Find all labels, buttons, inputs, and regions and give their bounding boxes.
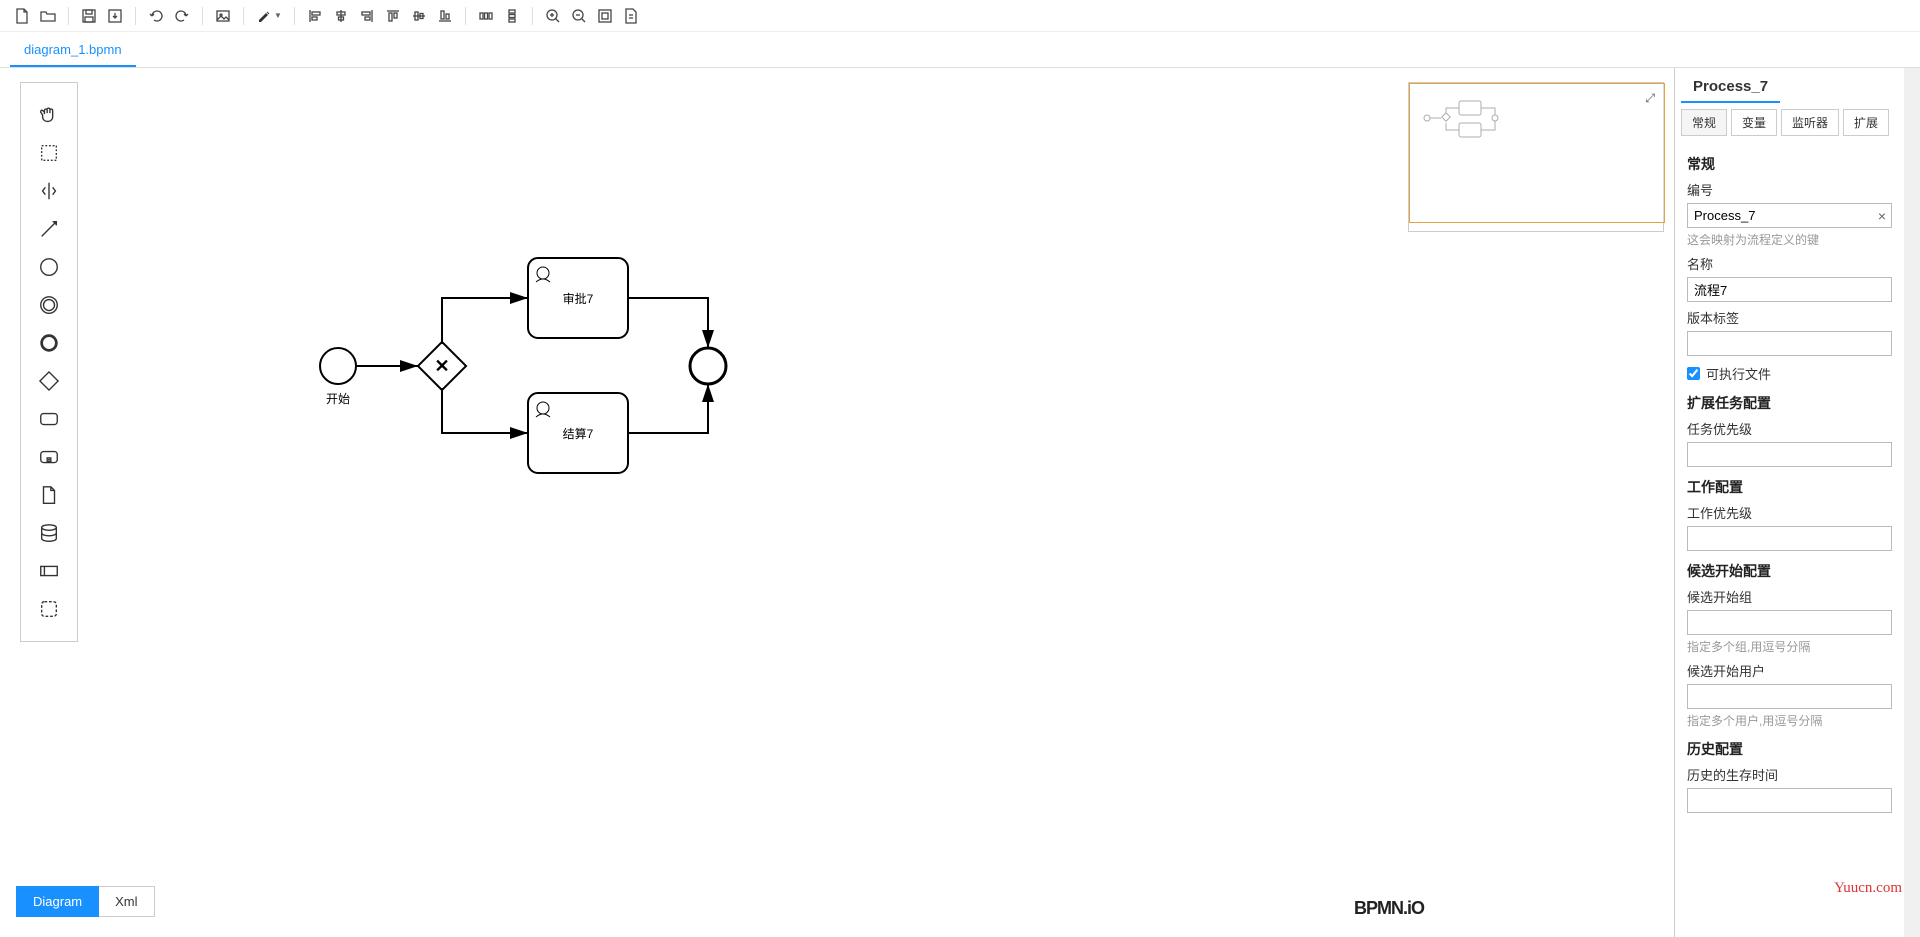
clear-id-icon[interactable]: × [1878,208,1886,224]
open-file-icon[interactable] [36,4,60,28]
zoom-in-icon[interactable] [541,4,565,28]
redo-icon[interactable] [170,4,194,28]
input-version[interactable] [1687,331,1892,356]
input-cand-user[interactable] [1687,684,1892,709]
end-event-node[interactable] [690,348,726,384]
bottom-tabs: Diagram Xml [16,886,155,917]
gateway-icon[interactable] [32,365,66,397]
bpmn-canvas[interactable]: 开始 ✕ 审批7 结算7 [78,68,1674,937]
paint-dropdown[interactable]: ▼ [252,8,286,24]
props-tabs: 常规 变量 监听器 扩展 [1675,103,1904,136]
input-name[interactable] [1687,277,1892,302]
file-tabs: diagram_1.bpmn [0,32,1920,68]
undo-icon[interactable] [144,4,168,28]
minimap[interactable]: ⤢ [1408,82,1664,232]
space-tool-icon[interactable] [32,175,66,207]
checkbox-executable[interactable] [1687,367,1700,380]
fit-icon[interactable] [593,4,617,28]
tab-xml[interactable]: Xml [99,886,154,917]
input-cand-group[interactable] [1687,610,1892,635]
hint-cand-user: 指定多个用户,用逗号分隔 [1687,712,1892,729]
distribute-h-icon[interactable] [474,4,498,28]
input-job-priority[interactable] [1687,526,1892,551]
top-toolbar: ▼ [0,0,1920,32]
start-event-node[interactable] [320,348,356,384]
zoom-out-icon[interactable] [567,4,591,28]
lbl-cand-user: 候选开始用户 [1687,661,1892,680]
element-palette [20,82,78,642]
align-right-icon[interactable] [355,4,379,28]
align-bottom-icon[interactable] [433,4,457,28]
props-tab-listeners[interactable]: 监听器 [1781,109,1839,136]
align-center-v-icon[interactable] [407,4,431,28]
minimap-viewport[interactable] [1409,83,1665,223]
data-store-icon[interactable] [32,517,66,549]
task-1-label: 审批7 [563,291,594,306]
group-cand-start: 候选开始配置 [1687,561,1892,581]
hand-tool-icon[interactable] [32,99,66,131]
flow-3[interactable] [442,388,528,433]
flow-5[interactable] [628,384,708,433]
lasso-tool-icon[interactable] [32,137,66,169]
hint-cand-group: 指定多个组,用逗号分隔 [1687,638,1892,655]
new-file-icon[interactable] [10,4,34,28]
lbl-cand-group: 候选开始组 [1687,587,1892,606]
align-top-icon[interactable] [381,4,405,28]
props-tab-variables[interactable]: 变量 [1731,109,1777,136]
start-event-icon[interactable] [32,251,66,283]
participant-icon[interactable] [32,555,66,587]
props-tab-extensions[interactable]: 扩展 [1843,109,1889,136]
group-history: 历史配置 [1687,739,1892,759]
image-icon[interactable] [211,4,235,28]
group-job: 工作配置 [1687,477,1892,497]
group-icon[interactable] [32,593,66,625]
hint-id: 这会映射为流程定义的键 [1687,231,1892,248]
task-icon[interactable] [32,403,66,435]
group-ext-task: 扩展任务配置 [1687,393,1892,413]
gateway-x-icon: ✕ [434,356,449,376]
minimap-collapse-icon[interactable]: ⤢ [1645,91,1655,106]
props-tab-general[interactable]: 常规 [1681,109,1727,136]
input-ttl[interactable] [1687,788,1892,813]
intermediate-event-icon[interactable] [32,289,66,321]
input-task-priority[interactable] [1687,442,1892,467]
page-icon[interactable] [619,4,643,28]
download-icon[interactable] [103,4,127,28]
lbl-name: 名称 [1687,254,1892,273]
props-scrollbar[interactable] [1904,68,1920,937]
lbl-executable: 可执行文件 [1706,364,1771,383]
save-icon[interactable] [77,4,101,28]
properties-panel: Process_7 常规 变量 监听器 扩展 常规 编号 × 这会映射为流程定义… [1674,68,1904,937]
bpmn-diagram: 开始 ✕ 审批7 结算7 [78,68,1078,768]
subprocess-icon[interactable] [32,441,66,473]
lbl-ttl: 历史的生存时间 [1687,765,1892,784]
data-object-icon[interactable] [32,479,66,511]
start-event-label: 开始 [326,392,350,406]
task-2-label: 结算7 [563,426,594,441]
flow-4[interactable] [628,298,708,348]
props-title: Process_7 [1681,68,1780,103]
bpmn-io-logo: BPMN.iO [1354,898,1424,919]
group-general: 常规 [1687,154,1892,174]
lbl-version: 版本标签 [1687,308,1892,327]
input-id[interactable] [1687,203,1892,228]
lbl-id: 编号 [1687,180,1892,199]
watermark: Yuucn.com [1834,880,1902,897]
align-center-h-icon[interactable] [329,4,353,28]
align-left-icon[interactable] [303,4,327,28]
lbl-job-priority: 工作优先级 [1687,503,1892,522]
connect-tool-icon[interactable] [32,213,66,245]
distribute-v-icon[interactable] [500,4,524,28]
tab-diagram[interactable]: Diagram [16,886,99,917]
lbl-task-pruntil: 任务优先级 [1687,419,1892,438]
file-tab-active[interactable]: diagram_1.bpmn [10,34,136,67]
end-event-icon[interactable] [32,327,66,359]
flow-2[interactable] [442,298,528,344]
